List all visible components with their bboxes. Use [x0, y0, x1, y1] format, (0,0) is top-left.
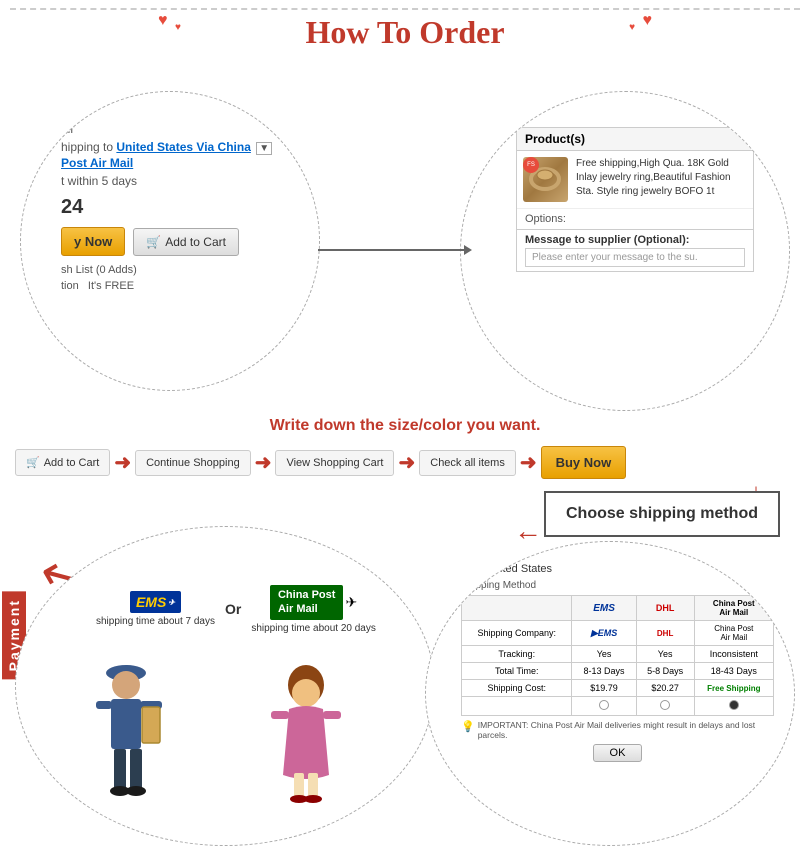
message-input[interactable]: Please enter your message to the su. [525, 248, 745, 267]
product-description: Free shipping,High Qua. 18K Gold Inlay j… [576, 157, 747, 202]
price: 24 [61, 196, 299, 219]
important-note: 💡 IMPORTANT: China Post Air Mail deliver… [461, 720, 774, 740]
product-header: Product(s) [517, 128, 753, 151]
table-row-radio [462, 697, 774, 716]
ems-time: shipping time about 7 days [96, 616, 215, 627]
view-cart-step[interactable]: View Shopping Cart [275, 450, 394, 476]
buy-now-step[interactable]: Buy Now [541, 446, 627, 479]
write-down-text: Write down the size/color you want. [270, 417, 541, 435]
dhl-time: 5-8 Days [636, 663, 694, 680]
arrow-3: ➜ [398, 450, 415, 475]
shipping-partial: air [61, 122, 299, 136]
continue-shopping-step[interactable]: Continue Shopping [135, 450, 251, 476]
arrow-4: ➜ [520, 450, 537, 475]
shipping-options-circle: EMS ✈ shipping time about 7 days Or Chin… [15, 526, 435, 846]
shipping-destination-link[interactable]: United States Via China [116, 140, 250, 154]
china-post-time-table: 18-43 Days [694, 663, 773, 680]
table-row-tracking: Tracking: Yes Yes Inconsistent [462, 646, 774, 663]
table-row-cost: Shipping Cost: $19.79 $20.27 Free Shippi… [462, 680, 774, 697]
us-country: United States [461, 562, 552, 576]
dhl-tracking: Yes [636, 646, 694, 663]
add-to-cart-button[interactable]: 🛒 Add to Cart [133, 228, 239, 256]
ok-button[interactable]: OK [593, 744, 643, 762]
page-title: How To Order [0, 0, 810, 51]
table-header-china-post: China PostAir Mail [694, 596, 773, 621]
shipping-comparison-circle: United States Shipping Method EMS DHL Ch… [425, 541, 795, 846]
shipping-method-label-table: Shipping Method [461, 580, 774, 591]
ems-company: ▶EMS [572, 621, 636, 646]
important-text: IMPORTANT: China Post Air Mail deliverie… [478, 720, 774, 740]
options-line: Options: [517, 208, 753, 229]
us-flag-svg [461, 562, 483, 576]
arrow-2: ➜ [255, 450, 272, 475]
ems-time-table: 8-13 Days [572, 663, 636, 680]
ems-logo: EMS ✈ [130, 591, 181, 613]
china-post-tracking: Inconsistent [694, 646, 773, 663]
arrow-1: ➜ [114, 450, 131, 475]
dhl-radio[interactable] [636, 697, 694, 716]
or-text: Or [225, 601, 241, 617]
table-header-ems: EMS [572, 596, 636, 621]
china-post-time: shipping time about 20 days [251, 623, 376, 634]
message-label: Message to supplier (Optional): [525, 234, 745, 246]
shipping-to-line: hipping to United States Via China ▼ Pos… [61, 140, 299, 170]
main-content: air hipping to United States Via China ▼… [0, 61, 810, 811]
step-flow: 🛒 Add to Cart ➜ Continue Shopping ➜ View… [15, 446, 795, 479]
ems-options-row: EMS ✈ shipping time about 7 days Or Chin… [96, 585, 414, 634]
ems-radio-btn[interactable] [599, 700, 609, 710]
china-post-logo: China PostAir Mail [270, 585, 343, 620]
wishlist-line: sh List (0 Adds) [61, 264, 299, 276]
cart-icon: 🛒 [146, 235, 161, 249]
product-panel: Product(s) FS Free shipping,High Qua. 18… [516, 127, 754, 272]
buy-now-button[interactable]: y Now [61, 227, 125, 256]
arrow-left-shipping: ← [514, 515, 542, 547]
china-post-radio-btn[interactable] [729, 700, 739, 710]
table-header-empty [462, 596, 572, 621]
delivery-woman-svg [261, 665, 351, 805]
shipping-table-content: United States Shipping Method EMS DHL Ch… [426, 542, 794, 762]
tracking-label: Tracking: [462, 646, 572, 663]
time-label: Total Time: [462, 663, 572, 680]
message-section: Message to supplier (Optional): Please e… [517, 229, 753, 271]
add-to-cart-step[interactable]: 🛒 Add to Cart [15, 449, 110, 476]
cart-step-icon: 🛒 [26, 456, 40, 469]
dhl-company: DHL [636, 621, 694, 646]
table-row-time: Total Time: 8-13 Days 5-8 Days 18-43 Day… [462, 663, 774, 680]
ems-tracking: Yes [572, 646, 636, 663]
product-image: FS [523, 157, 568, 202]
shopping-circle: air hipping to United States Via China ▼… [20, 91, 320, 391]
ems-section: EMS ✈ shipping time about 7 days [96, 591, 215, 627]
product-circle: Product(s) FS Free shipping,High Qua. 18… [460, 91, 790, 411]
china-post-section: China PostAir Mail ✈ shipping time about… [251, 585, 376, 634]
check-items-step[interactable]: Check all items [419, 450, 516, 476]
ems-cost: $19.79 [572, 680, 636, 697]
delivery-scene [76, 645, 356, 805]
delivery-time: t within 5 days [61, 174, 299, 188]
china-post-cost: Free Shipping [694, 680, 773, 697]
radio-label [462, 697, 572, 716]
choose-shipping-method-box: Choose shipping method [544, 491, 780, 537]
connector-line [318, 249, 466, 251]
bulb-icon: 💡 [461, 720, 475, 740]
china-post-radio[interactable] [694, 697, 773, 716]
table-row-company: Shipping Company: ▶EMS DHL China PostAir… [462, 621, 774, 646]
table-header-dhl: DHL [636, 596, 694, 621]
china-post-company: China PostAir Mail [694, 621, 773, 646]
dhl-radio-btn[interactable] [660, 700, 670, 710]
delivery-man-svg [86, 655, 176, 805]
post-air-link[interactable]: Post Air Mail [61, 156, 299, 170]
protection-line: tion It's FREE [61, 280, 299, 292]
dropdown-arrow[interactable]: ▼ [256, 142, 272, 155]
comparison-table: EMS DHL China PostAir Mail Shipping Comp… [461, 595, 774, 716]
company-label: Shipping Company: [462, 621, 572, 646]
cost-label: Shipping Cost: [462, 680, 572, 697]
shipping-to-label: hipping to [61, 140, 113, 154]
ems-radio[interactable] [572, 697, 636, 716]
free-ship-badge: FS [523, 157, 539, 173]
dhl-cost: $20.27 [636, 680, 694, 697]
